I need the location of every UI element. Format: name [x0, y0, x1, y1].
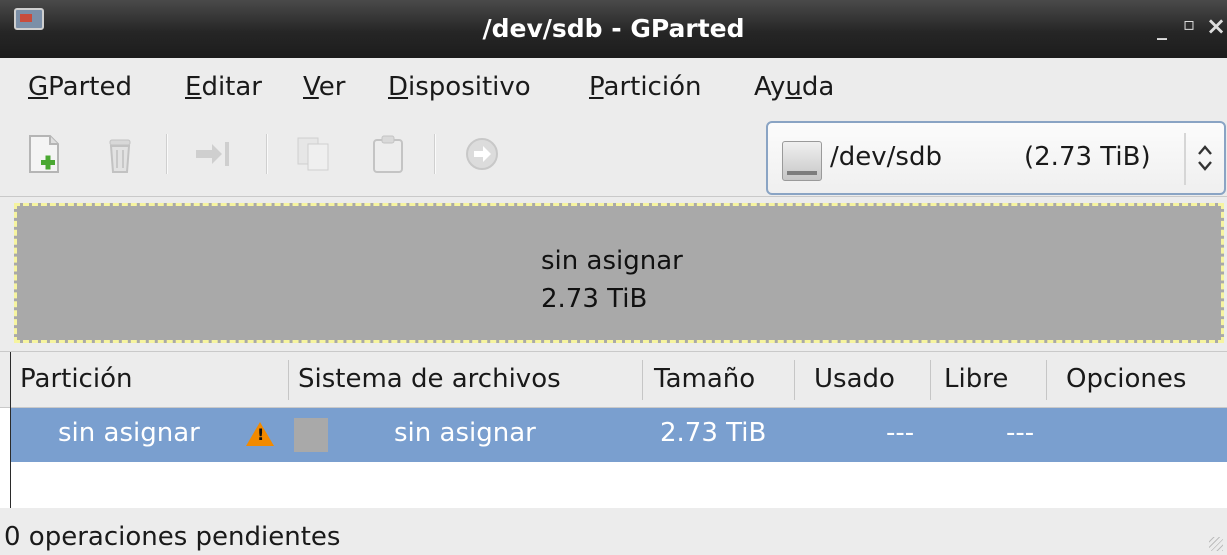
toolbar-separator: [434, 134, 436, 174]
device-size: (2.73 TiB): [1024, 142, 1151, 172]
menu-ver[interactable]: Ver: [303, 72, 345, 102]
menu-editar[interactable]: Editar: [185, 72, 262, 102]
menu-dispositivo[interactable]: Dispositivo: [388, 72, 531, 102]
table-header: Partición Sistema de archivos Tamaño Usa…: [0, 352, 1227, 408]
col-particion[interactable]: Partición: [20, 364, 132, 394]
minimize-button[interactable]: _: [1157, 18, 1167, 38]
paste-icon[interactable]: [368, 134, 408, 174]
partition-table: Partición Sistema de archivos Tamaño Usa…: [0, 352, 1227, 508]
col-tamano[interactable]: Tamaño: [654, 364, 755, 394]
resize-grip-icon[interactable]: [1209, 537, 1223, 551]
new-partition-icon[interactable]: [24, 134, 64, 174]
cell-partition: sin asignar: [58, 418, 200, 448]
col-libre[interactable]: Libre: [944, 364, 1008, 394]
apply-icon[interactable]: [462, 134, 502, 174]
toolbar-separator: [266, 134, 268, 174]
column-separator: [1046, 360, 1047, 400]
menu-ayuda[interactable]: Ayuda: [754, 72, 834, 102]
block-label: sin asignar: [541, 246, 683, 276]
menu-gparted[interactable]: GParted: [28, 72, 132, 102]
unallocated-block[interactable]: sin asignar 2.73 TiB: [14, 203, 1224, 343]
column-separator: [930, 360, 931, 400]
close-button[interactable]: ×: [1206, 14, 1226, 38]
table-row[interactable]: sin asignar ! sin asignar 2.73 TiB --- -…: [10, 408, 1227, 462]
column-separator: [288, 360, 289, 400]
copy-icon[interactable]: [294, 134, 334, 174]
window-title: /dev/sdb - GParted: [482, 14, 745, 43]
cell-filesystem: sin asignar: [394, 418, 536, 448]
hard-disk-icon: [782, 141, 822, 181]
combo-divider: [1184, 133, 1186, 185]
delete-partition-icon[interactable]: [100, 134, 140, 174]
chevron-updown-icon: [1198, 145, 1212, 171]
column-separator: [794, 360, 795, 400]
maximize-button[interactable]: ▫: [1183, 15, 1195, 35]
cell-free: ---: [1006, 418, 1035, 448]
col-usado[interactable]: Usado: [814, 364, 895, 394]
status-text: 0 operaciones pendientes: [4, 522, 341, 552]
toolbar-separator: [166, 134, 168, 174]
col-sistema-archivos[interactable]: Sistema de archivos: [298, 364, 561, 394]
disk-map: sin asignar 2.73 TiB: [0, 196, 1227, 352]
menu-particion[interactable]: Partición: [589, 72, 701, 102]
toolbar: /dev/sdb (2.73 TiB): [0, 114, 1227, 196]
warning-icon: !: [246, 422, 274, 446]
column-separator: [642, 360, 643, 400]
cell-size: 2.73 TiB: [660, 418, 767, 448]
filesystem-color-swatch: [294, 418, 328, 452]
table-border: [10, 352, 11, 508]
cell-used: ---: [886, 418, 915, 448]
device-path: /dev/sdb: [830, 142, 942, 172]
title-bar: /dev/sdb - GParted _ ▫ ×: [0, 0, 1227, 58]
resize-move-icon[interactable]: [192, 134, 232, 174]
block-size: 2.73 TiB: [541, 284, 648, 314]
col-opciones[interactable]: Opciones: [1066, 364, 1186, 394]
menu-bar: GParted Editar Ver Dispositivo Partición…: [0, 58, 1227, 114]
device-selector[interactable]: /dev/sdb (2.73 TiB): [766, 121, 1226, 195]
status-bar: 0 operaciones pendientes: [0, 508, 1227, 555]
